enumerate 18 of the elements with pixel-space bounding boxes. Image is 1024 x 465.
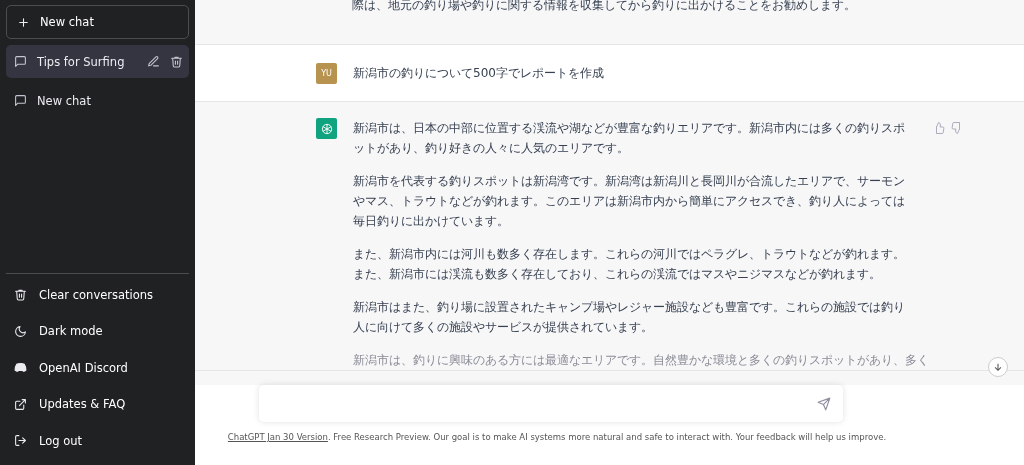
assistant-paragraph: 際は、地元の釣り場や釣りに関する情報を収集してから釣りに出かけることをお勧めします。 bbox=[352, 0, 857, 14]
user-message: 新潟市の釣りについて500字でレポートを作成 bbox=[353, 65, 605, 82]
sidebar-menu-item[interactable]: Updates & FAQ bbox=[6, 386, 189, 423]
assistant-paragraph: 新潟市は、日本の中部に位置する渓流や湖などが豊富な釣りエリアです。新潟市内には多くの釣りスポットがあり、釣り好きの人々に人気のエリアです。 bbox=[353, 120, 906, 157]
new-chat-button[interactable]: New chat bbox=[6, 5, 189, 39]
user-avatar: YU bbox=[316, 63, 337, 84]
version-link[interactable]: ChatGPT Jan 30 Version bbox=[227, 432, 328, 442]
sidebar-menu-item[interactable]: Clear conversations bbox=[6, 276, 189, 313]
chat-history-item[interactable]: Tips for Surfing bbox=[6, 45, 189, 78]
chat-history-item[interactable]: New chat bbox=[6, 84, 189, 117]
assistant-paragraph: 新潟市を代表する釣りスポットは新潟湾です。新潟湾は新潟川と長岡川が合流したエリアで、サーモンやマス、トラウトなどが釣れます。このエリアは新潟市内から簡単にアクセスでき、釣り人によっては毎日釣りに出かけています。 bbox=[353, 173, 906, 230]
assistant-paragraph: 新潟市は、釣りに興味のある方には最適なエリアです。自然豊かな環境と多くの釣りスポットがあり、多く bbox=[353, 352, 929, 369]
assistant-paragraph: 新潟市はまた、釣り場に設置されたキャンプ場やレジャー施設なども豊富です。これらの施設では釣り人に向けて多くの施設やサービスが提供されています。 bbox=[353, 299, 906, 336]
sidebar-menu-item[interactable]: Log out bbox=[6, 422, 189, 459]
assistant-paragraph: また、新潟市内には河川も数多く存在します。これらの河川ではペラグレ、トラウトなどが釣れます。また、新潟市には渓流も数多く存在しており、これらの渓流ではマスやニジマスなどが釣れます。 bbox=[353, 246, 906, 283]
footer-text: ChatGPT Jan 30 Version. Free Research Preview. Our goal is to make AI systems more natural and safe to interact with. Your feedback will help us improve. bbox=[227, 432, 887, 442]
sidebar-menu-item[interactable]: OpenAI Discord bbox=[6, 349, 189, 386]
sidebar-menu-item[interactable]: Dark mode bbox=[6, 313, 189, 350]
